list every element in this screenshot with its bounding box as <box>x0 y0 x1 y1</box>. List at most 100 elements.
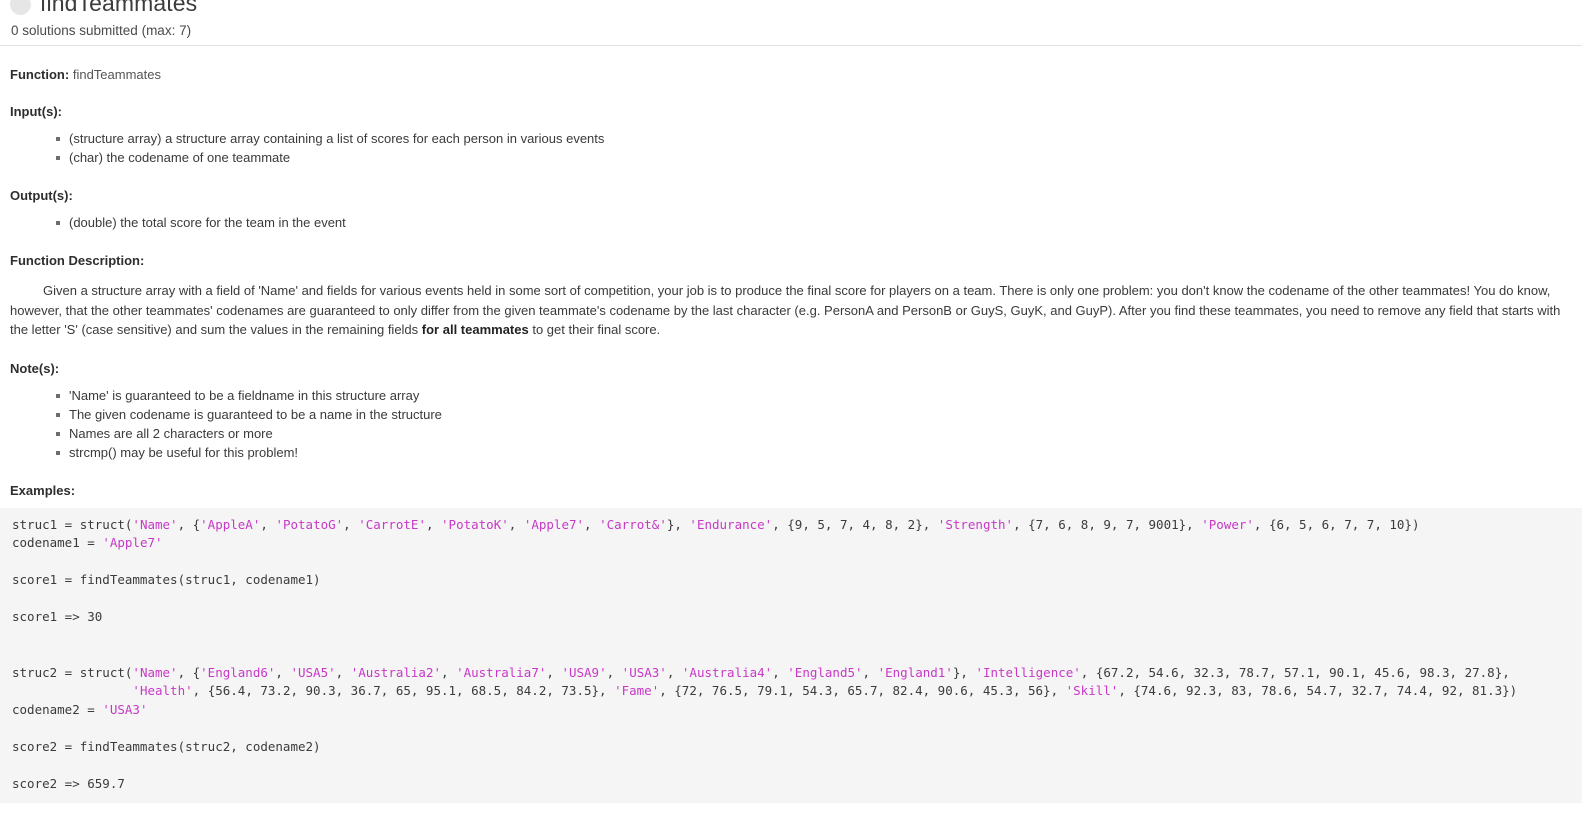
code-text: , <box>862 664 878 680</box>
problem-content: Function: findTeammates Input(s): (struc… <box>0 66 1582 499</box>
function-label: Function: findTeammates <box>10 66 1572 83</box>
list-item: strcmp() may be useful for this problem! <box>56 443 1572 462</box>
title-row: findTeammates <box>10 0 1572 16</box>
code-string-literal: 'Australia4' <box>681 664 773 680</box>
code-string-literal: 'England1' <box>877 664 953 680</box>
code-text: struc2 = struct( <box>12 664 133 680</box>
code-string-literal: 'Intelligence' <box>975 664 1081 680</box>
code-string-literal: 'USA5' <box>290 664 336 680</box>
code-text: , {56.4, 73.2, 90.3, 36.7, 65, 95.1, 68.… <box>192 683 615 698</box>
outputs-label: Output(s): <box>10 188 73 203</box>
code-string-literal: 'Skill' <box>1065 683 1119 698</box>
code-string-literal: 'CarrotE' <box>358 516 426 532</box>
code-string-literal: 'Power' <box>1201 516 1254 532</box>
code-string-literal: 'Strength' <box>937 516 1014 532</box>
code-text: score2 = findTeammates(struc2, codename2… <box>12 738 321 754</box>
code-text: struc1 = struct( <box>12 516 133 532</box>
code-text: , <box>546 664 562 680</box>
code-line: 'Health', {56.4, 73.2, 90.3, 36.7, 65, 9… <box>12 682 1570 701</box>
list-item: Names are all 2 characters or more <box>56 424 1572 443</box>
code-string-literal: 'Name' <box>132 516 178 532</box>
code-string-literal: 'Health' <box>132 683 193 698</box>
code-line: struc1 = struct('Name', {'AppleA', 'Pota… <box>12 516 1570 535</box>
code-string-literal: 'Name' <box>132 664 178 680</box>
list-item: (char) the codename of one teammate <box>56 148 1572 167</box>
list-item: The given codename is guaranteed to be a… <box>56 405 1572 424</box>
code-text: , <box>275 664 291 680</box>
code-text: , <box>260 516 276 532</box>
code-text: score2 => 659.7 <box>12 775 125 791</box>
list-item: 'Name' is guaranteed to be a fieldname i… <box>56 386 1572 405</box>
inputs-label: Input(s): <box>10 104 62 119</box>
code-text: , <box>772 664 788 680</box>
description-emphasis: for all teammates <box>421 322 529 337</box>
code-text: }, <box>952 664 976 680</box>
page-title: findTeammates <box>40 0 198 16</box>
function-name: findTeammates <box>72 67 161 82</box>
code-line: struc2 = struct('Name', {'England6', 'US… <box>12 664 1570 683</box>
code-string-literal: 'PotatoG' <box>275 516 344 532</box>
problem-page: findTeammates 0 solutions submitted (max… <box>0 0 1582 803</box>
description-part-1: Given a structure array with a field of … <box>10 283 1561 337</box>
code-text: , {9, 5, 7, 4, 8, 2}, <box>772 516 938 532</box>
code-string-literal: 'PotatoK' <box>441 516 509 532</box>
problem-header: findTeammates 0 solutions submitted (max… <box>0 0 1582 46</box>
code-string-literal: 'Endurance' <box>689 516 773 532</box>
code-string-literal: 'England5' <box>787 664 863 680</box>
code-text: , <box>666 664 682 680</box>
code-string-literal: 'Australia2' <box>350 664 442 680</box>
code-text: }, <box>666 516 690 532</box>
code-string-literal: 'Apple7' <box>102 535 163 550</box>
code-line: score2 = findTeammates(struc2, codename2… <box>12 738 1570 757</box>
code-text: , <box>606 664 622 680</box>
code-text: , { <box>177 664 201 680</box>
notes-label: Note(s): <box>10 360 60 376</box>
code-text: , {74.6, 92.3, 83, 78.6, 54.7, 32.7, 74.… <box>1118 683 1518 698</box>
code-line: score1 = findTeammates(struc1, codename1… <box>12 571 1570 590</box>
code-line: score1 => 30 <box>12 608 1570 627</box>
code-text: , {7, 6, 8, 9, 7, 9001}, <box>1013 516 1202 532</box>
outputs-list: (double) the total score for the team in… <box>10 213 1572 232</box>
code-text: , <box>584 516 600 532</box>
function-label-text: Function: <box>10 67 70 82</box>
code-line: codename2 = 'USA3' <box>12 701 1570 720</box>
code-line: score2 => 659.7 <box>12 775 1570 794</box>
description-paragraph: Given a structure array with a field of … <box>10 281 1572 340</box>
code-text: , <box>508 516 524 532</box>
code-string-literal: 'Carrot&' <box>599 516 667 532</box>
description-part-2: to get their final score. <box>528 322 661 337</box>
code-string-literal: 'Fame' <box>614 683 660 698</box>
code-string-literal: 'USA3' <box>102 701 148 717</box>
code-text: score1 = findTeammates(struc1, codename1… <box>12 572 321 587</box>
code-text: , <box>441 664 457 680</box>
code-text: , {6, 5, 6, 7, 7, 10}) <box>1253 516 1420 532</box>
examples-label: Examples: <box>10 482 76 498</box>
code-string-literal: 'USA9' <box>561 664 607 680</box>
code-text: , { <box>177 516 201 532</box>
code-string-literal: 'AppleA' <box>200 516 261 532</box>
code-text: , <box>343 516 359 532</box>
notes-list: 'Name' is guaranteed to be a fieldname i… <box>10 386 1572 462</box>
description-label: Function Description: <box>10 253 145 268</box>
code-text: codename1 = <box>12 535 103 550</box>
code-string-literal: 'England6' <box>200 664 276 680</box>
code-text: codename2 = <box>12 701 103 717</box>
code-string-literal: 'USA3' <box>621 664 667 680</box>
list-item: (double) the total score for the team in… <box>56 213 1572 232</box>
inputs-list: (structure array) a structure array cont… <box>10 129 1572 167</box>
examples-code-block: struc1 = struct('Name', {'AppleA', 'Pota… <box>0 507 1582 803</box>
code-text: , <box>425 516 442 532</box>
code-text: , {67.2, 54.6, 32.3, 78.7, 57.1, 90.1, 4… <box>1080 664 1510 680</box>
code-text: score1 => 30 <box>12 609 103 624</box>
code-line: codename1 = 'Apple7' <box>12 534 1570 553</box>
list-item: (structure array) a structure array cont… <box>56 129 1572 148</box>
code-text: , {72, 76.5, 79.1, 54.3, 65.7, 82.4, 90.… <box>659 683 1066 698</box>
code-string-literal: 'Apple7' <box>523 516 585 532</box>
